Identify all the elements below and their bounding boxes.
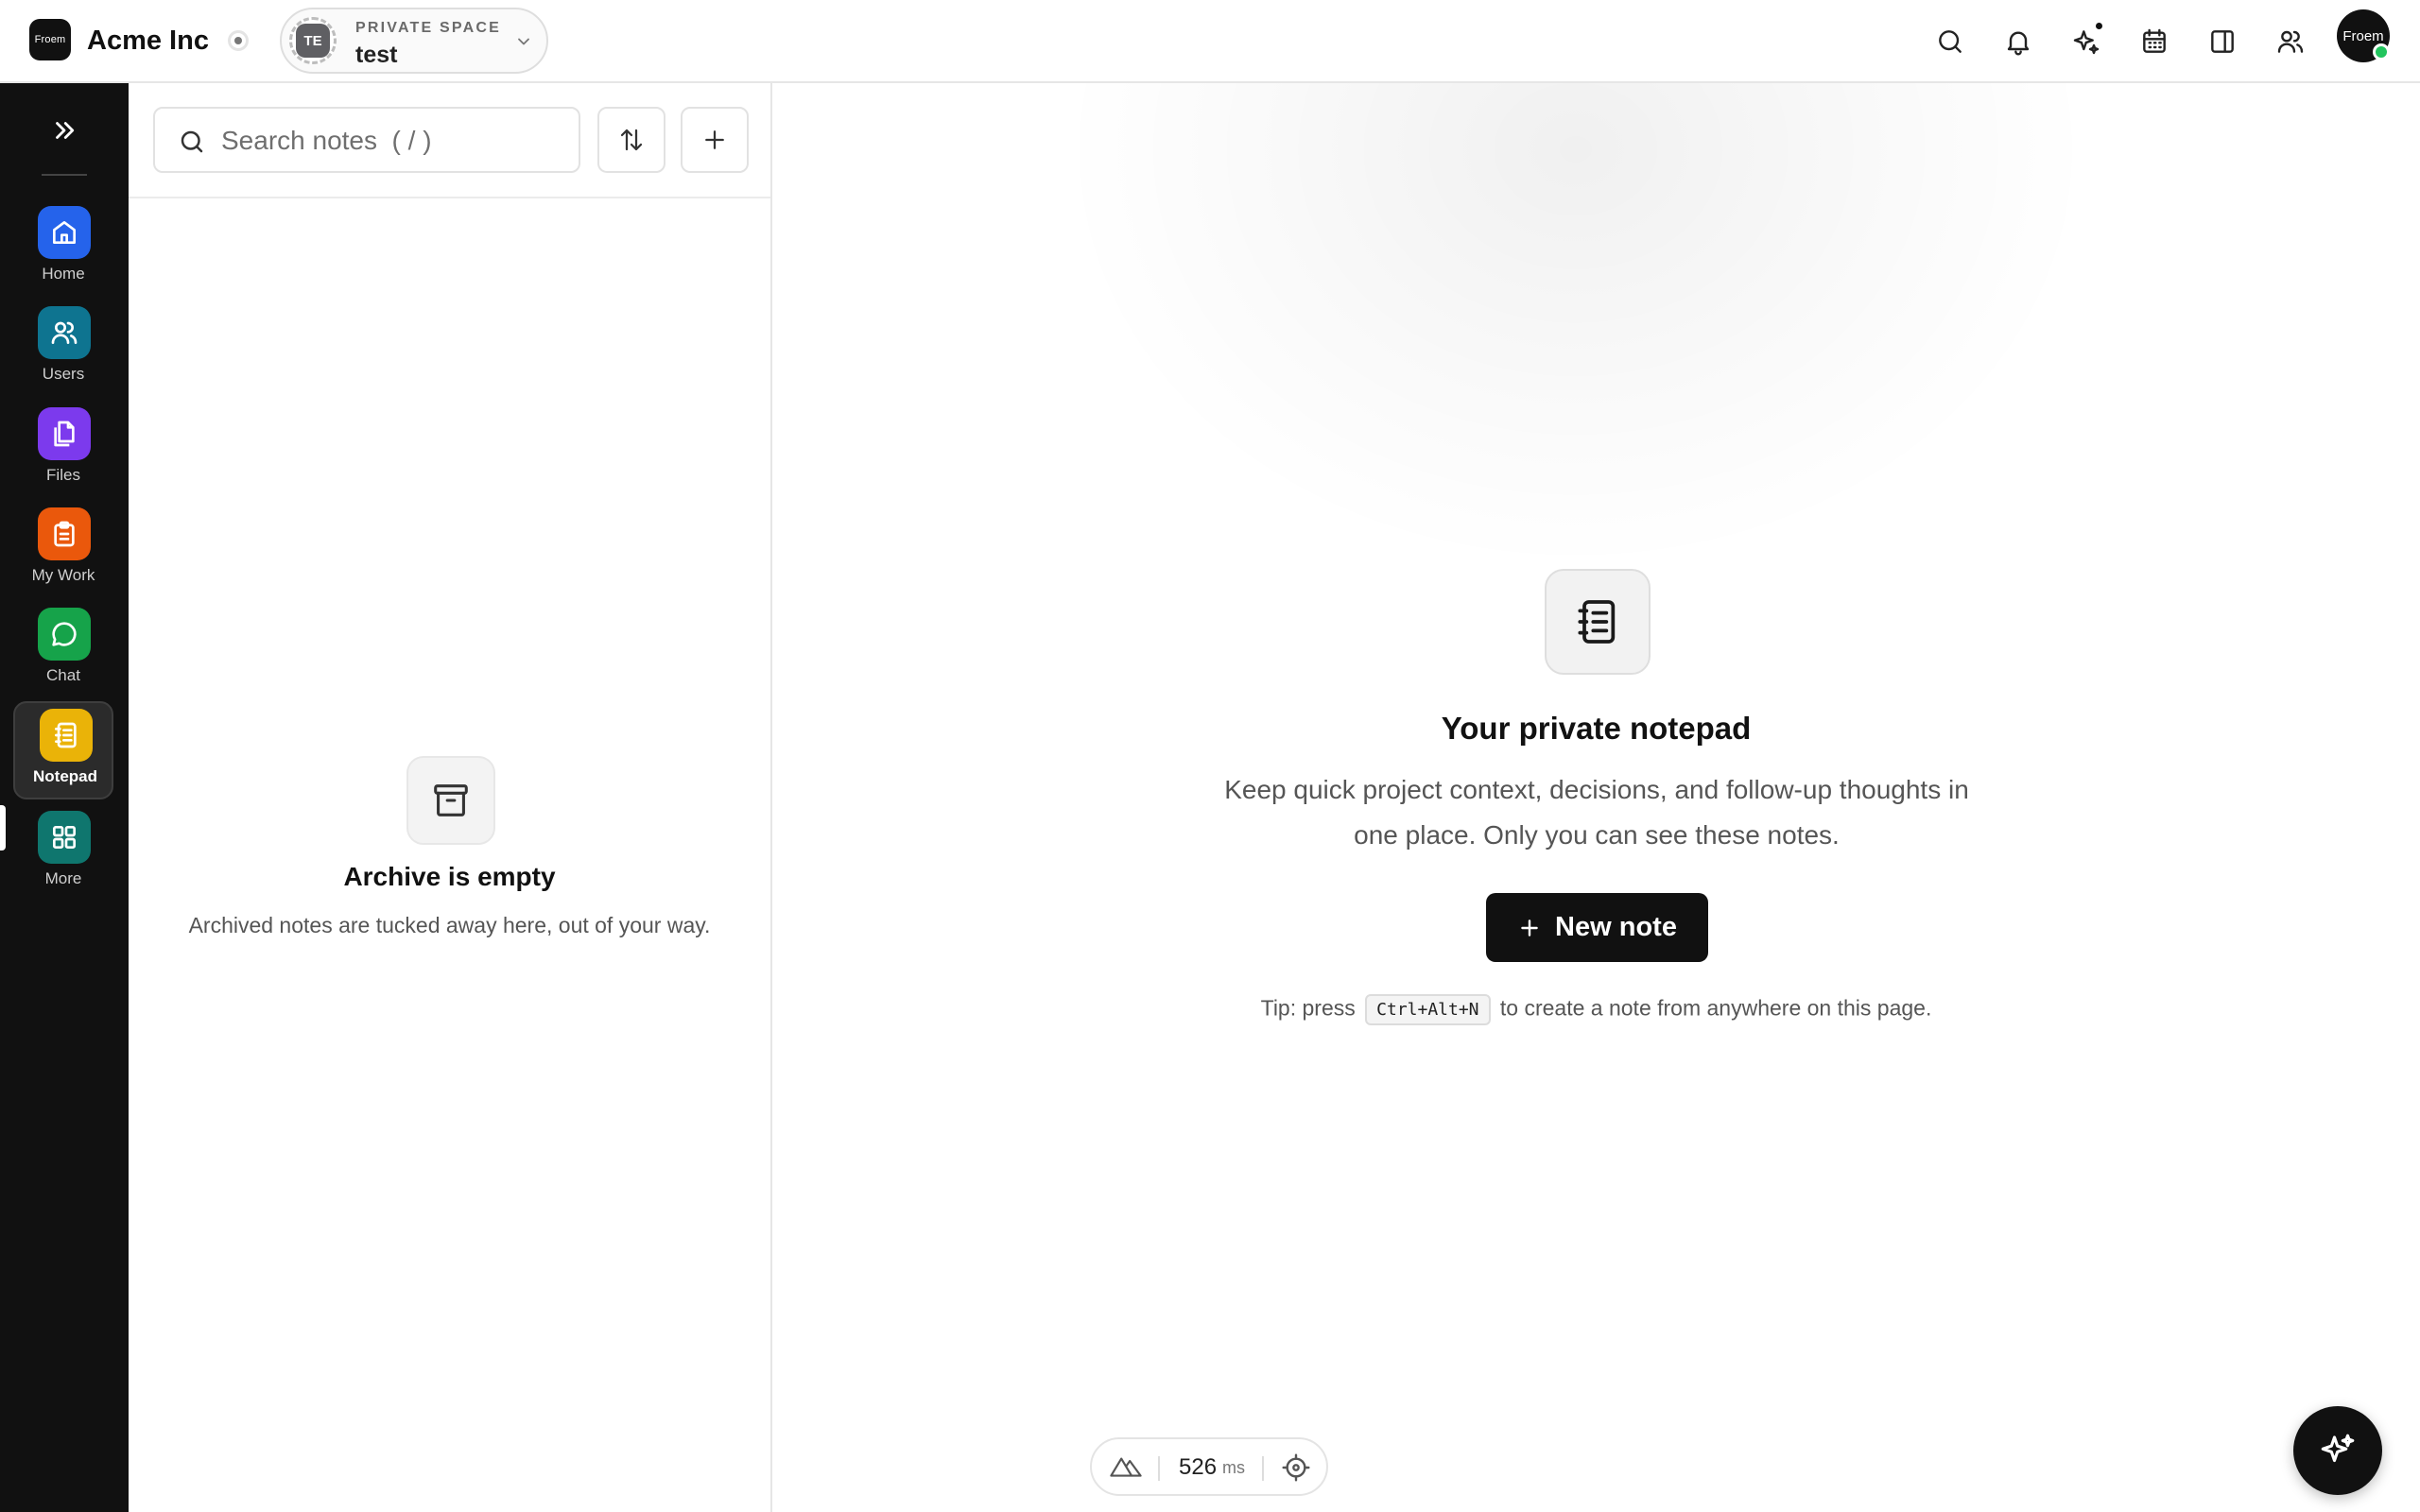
add-note-button[interactable] — [681, 107, 749, 173]
calendar-icon — [2143, 28, 2166, 53]
sidebar-item-label: Users — [42, 365, 85, 383]
mountain-icon — [1110, 1457, 1142, 1477]
notes-toolbar — [129, 83, 770, 198]
calendar-button[interactable] — [2134, 21, 2175, 62]
dev-status-pill[interactable]: 526 ms — [1090, 1437, 1328, 1496]
space-name: test — [355, 42, 398, 68]
my-work-tile — [38, 507, 91, 560]
status-dot-icon — [228, 30, 249, 51]
pill-divider — [1262, 1456, 1264, 1481]
sidebar-item-label: Home — [42, 265, 85, 283]
sidebar-item-more[interactable]: More — [13, 805, 113, 903]
response-time-unit: ms — [1222, 1458, 1245, 1477]
rail-divider — [42, 174, 87, 176]
plus-icon — [1521, 919, 1538, 936]
chevron-down-icon — [518, 38, 529, 45]
users-tile — [38, 306, 91, 359]
sidebar-item-chat[interactable]: Chat — [13, 602, 113, 700]
response-time-value: 526 — [1179, 1454, 1218, 1480]
home-icon — [53, 221, 76, 244]
notepad-tile — [40, 709, 93, 762]
notepad-description: Keep quick project context, decisions, a… — [1224, 775, 1969, 850]
files-icon — [54, 421, 75, 447]
app-logo[interactable]: Froem — [29, 19, 71, 60]
notepad-main: Your private notepad Keep quick project … — [772, 83, 2420, 1512]
sort-button[interactable] — [597, 107, 666, 173]
search-icon — [1939, 30, 1962, 53]
top-bar: Froem Acme Inc TE PRIVATE SPACE test Fro… — [0, 0, 2420, 83]
search-icon — [181, 130, 203, 153]
sidebar-item-label: My Work — [31, 566, 95, 584]
notepad-title: Your private notepad — [1441, 711, 1752, 746]
archive-empty-subtitle: Archived notes are tucked away here, out… — [188, 913, 711, 937]
shortcut-key: Ctrl+Alt+N — [1365, 994, 1491, 1025]
tip-prefix: Tip: press — [1260, 995, 1356, 1021]
notes-list-panel: Archive is empty Archived notes are tuck… — [129, 83, 772, 1512]
notepad-illustration — [1545, 569, 1651, 675]
archive-empty-title: Archive is empty — [343, 862, 556, 891]
chevrons-right-icon — [56, 122, 75, 139]
active-indicator — [0, 805, 6, 850]
space-kicker: PRIVATE SPACE — [355, 20, 501, 36]
notebook-icon — [1578, 600, 1616, 644]
archive-icon — [434, 784, 468, 816]
tip-suffix: to create a note from anywhere on this p… — [1499, 995, 1932, 1021]
space-initials: TE — [296, 24, 330, 58]
ai-assistant-button[interactable] — [2066, 21, 2107, 62]
people-icon — [2277, 30, 2304, 53]
chat-icon — [52, 622, 77, 646]
crosshair-icon[interactable] — [1281, 1452, 1311, 1483]
ai-assistant-fab[interactable] — [2293, 1406, 2382, 1495]
sidebar-item-users[interactable]: Users — [13, 301, 113, 399]
notifications-button[interactable] — [1997, 21, 2039, 62]
sidebar-item-label: Files — [46, 466, 80, 484]
users-icon — [51, 321, 78, 344]
chat-tile — [38, 608, 91, 661]
search-notes-box[interactable] — [153, 107, 580, 173]
panel-icon — [2211, 30, 2234, 53]
new-note-label: New note — [1555, 912, 1677, 942]
notepad-icon — [55, 722, 77, 748]
toggle-panel-button[interactable] — [2202, 21, 2243, 62]
space-avatar: TE — [289, 17, 337, 64]
plus-icon — [705, 130, 724, 149]
pill-divider — [1158, 1456, 1160, 1481]
search-button[interactable] — [1929, 21, 1971, 62]
new-note-button[interactable]: New note — [1486, 893, 1708, 962]
grid-icon — [53, 826, 76, 849]
online-status-dot — [2373, 43, 2390, 60]
app-rail: Home Users Files My Work Chat Notepad Mo… — [0, 83, 129, 1512]
background-glow — [1056, 83, 2096, 575]
sidebar-item-label: Chat — [46, 666, 80, 684]
sidebar-item-files[interactable]: Files — [13, 402, 113, 500]
search-notes-input[interactable] — [221, 122, 562, 160]
sidebar-item-label: More — [44, 869, 82, 887]
clipboard-icon — [54, 521, 75, 547]
more-tile — [38, 811, 91, 864]
sidebar-item-home[interactable]: Home — [13, 200, 113, 299]
sort-icon — [620, 129, 643, 151]
unread-dot — [2094, 21, 2104, 31]
sidebar-item-my-work[interactable]: My Work — [13, 502, 113, 600]
sparkles-icon — [2321, 1434, 2355, 1463]
expand-sidebar-button[interactable] — [45, 112, 83, 149]
shortcut-tip: Tip: press Ctrl+Alt+N to create a note f… — [772, 994, 2420, 1025]
space-switcher[interactable]: TE PRIVATE SPACE test — [280, 8, 548, 74]
archive-tile — [406, 756, 495, 845]
sidebar-item-label: Notepad — [33, 767, 97, 785]
bell-icon — [2007, 31, 2030, 56]
org-name[interactable]: Acme Inc — [87, 26, 209, 57]
home-tile — [38, 206, 91, 259]
members-button[interactable] — [2270, 21, 2311, 62]
files-tile — [38, 407, 91, 460]
sidebar-item-notepad[interactable]: Notepad — [13, 701, 113, 799]
